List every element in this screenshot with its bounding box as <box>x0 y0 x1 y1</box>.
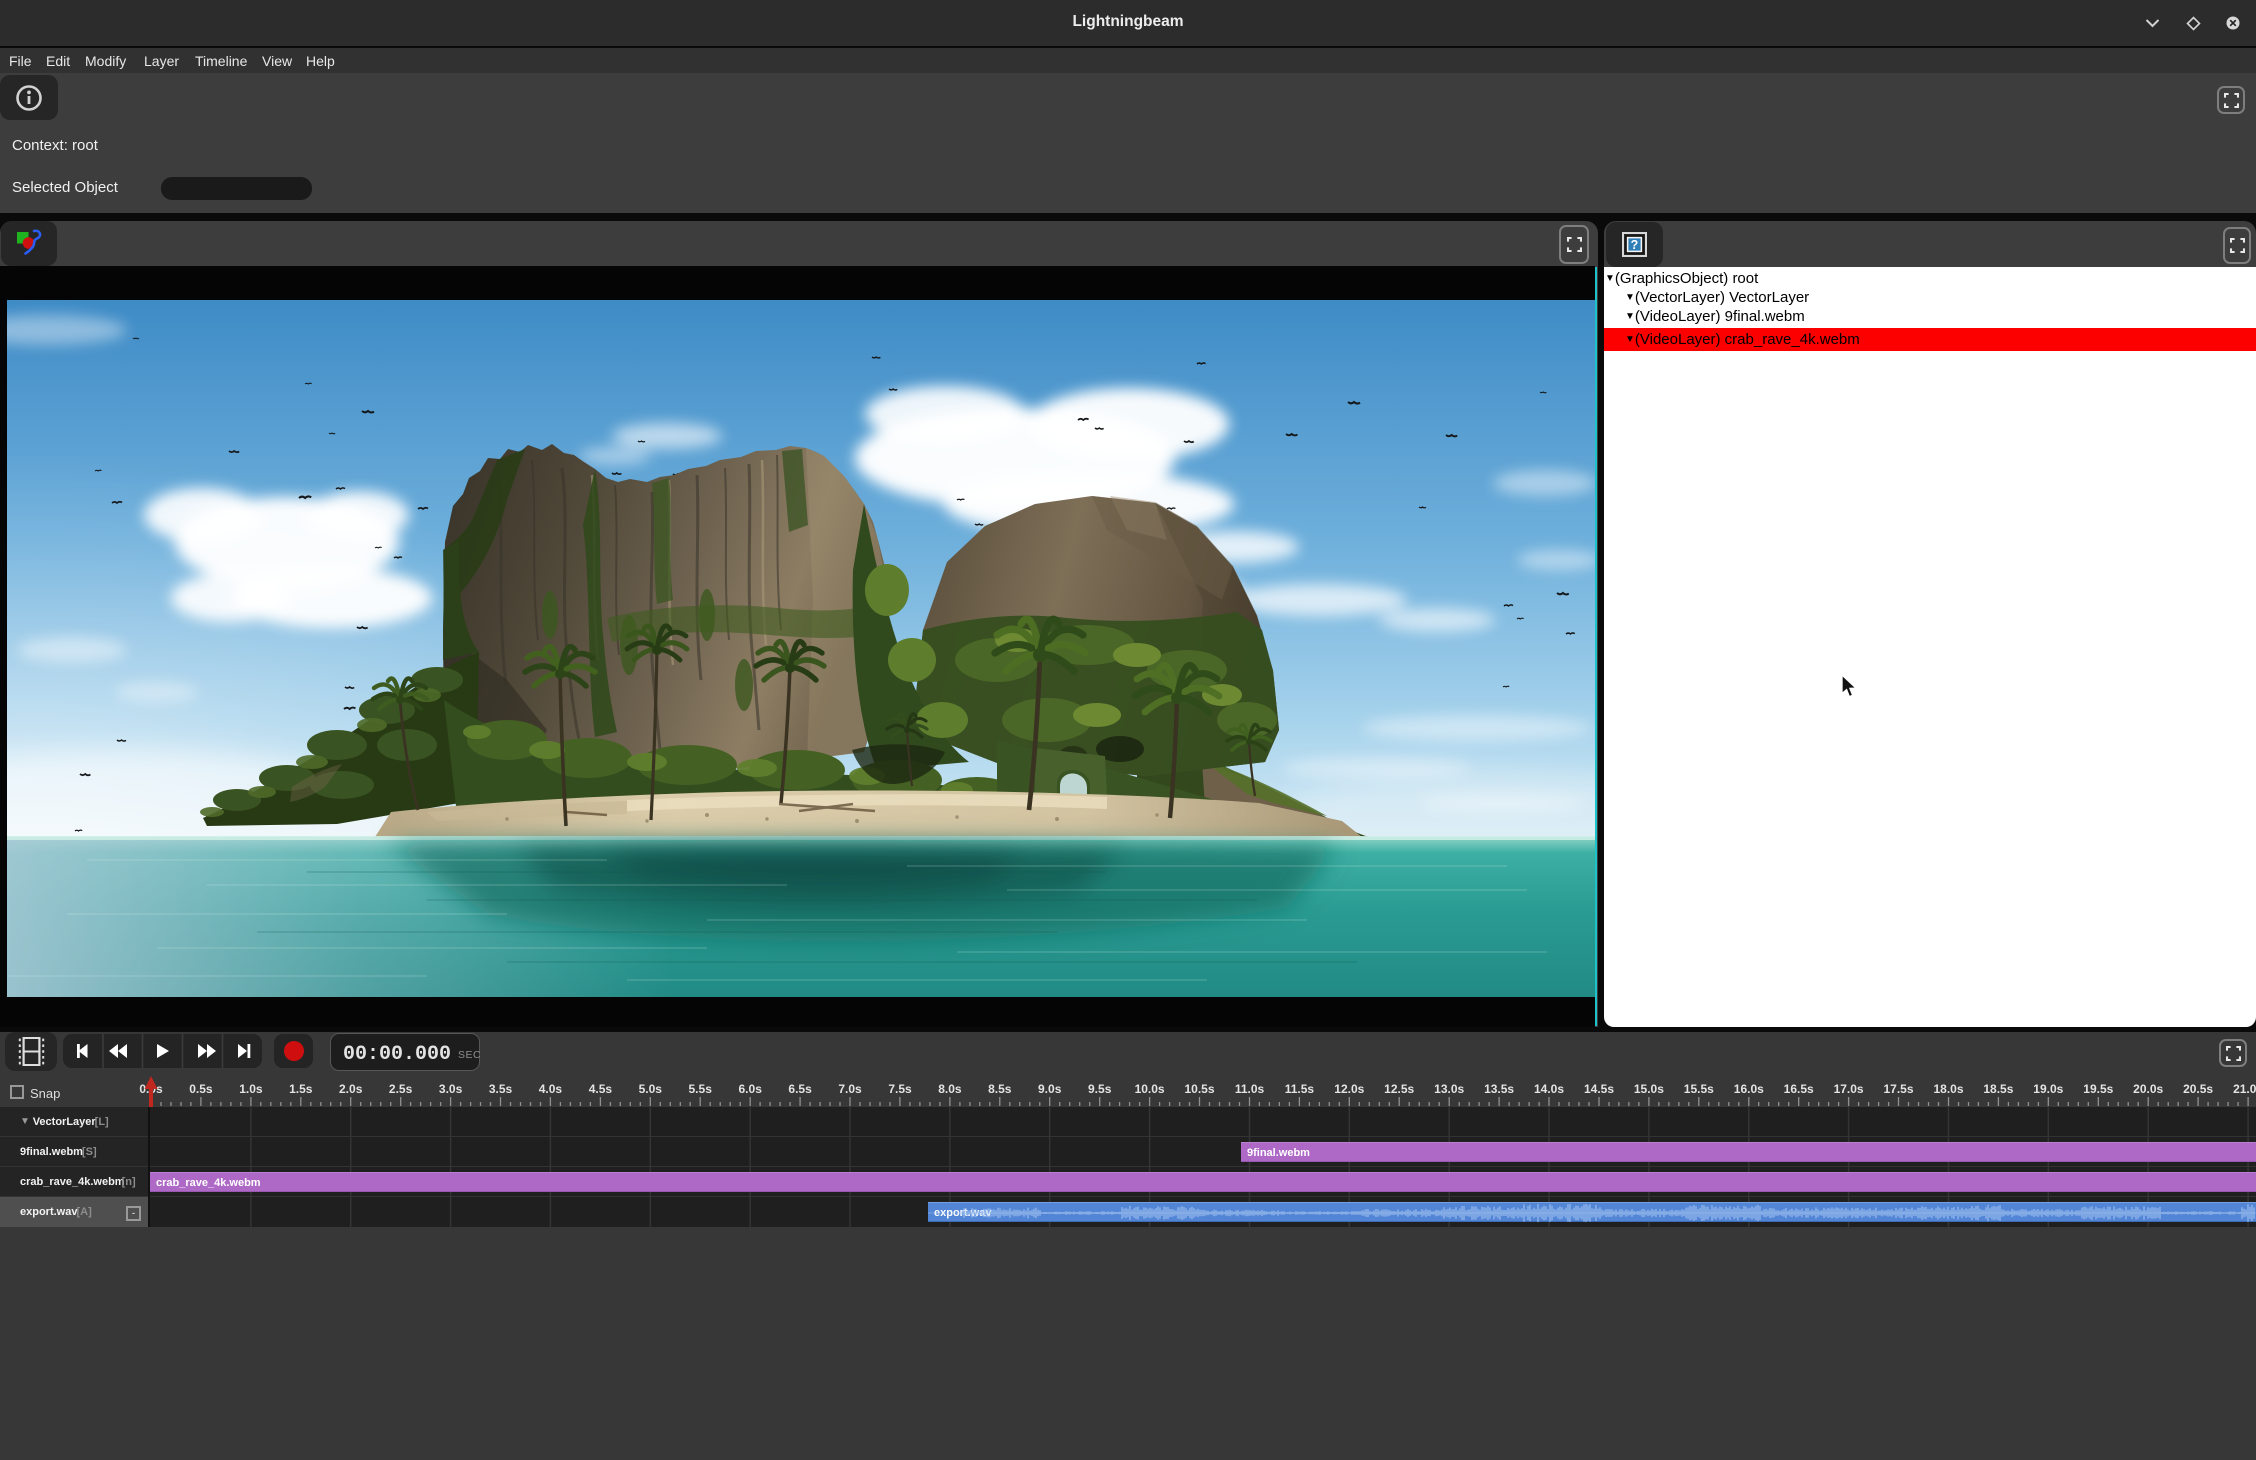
svg-text:?: ? <box>1631 238 1639 252</box>
